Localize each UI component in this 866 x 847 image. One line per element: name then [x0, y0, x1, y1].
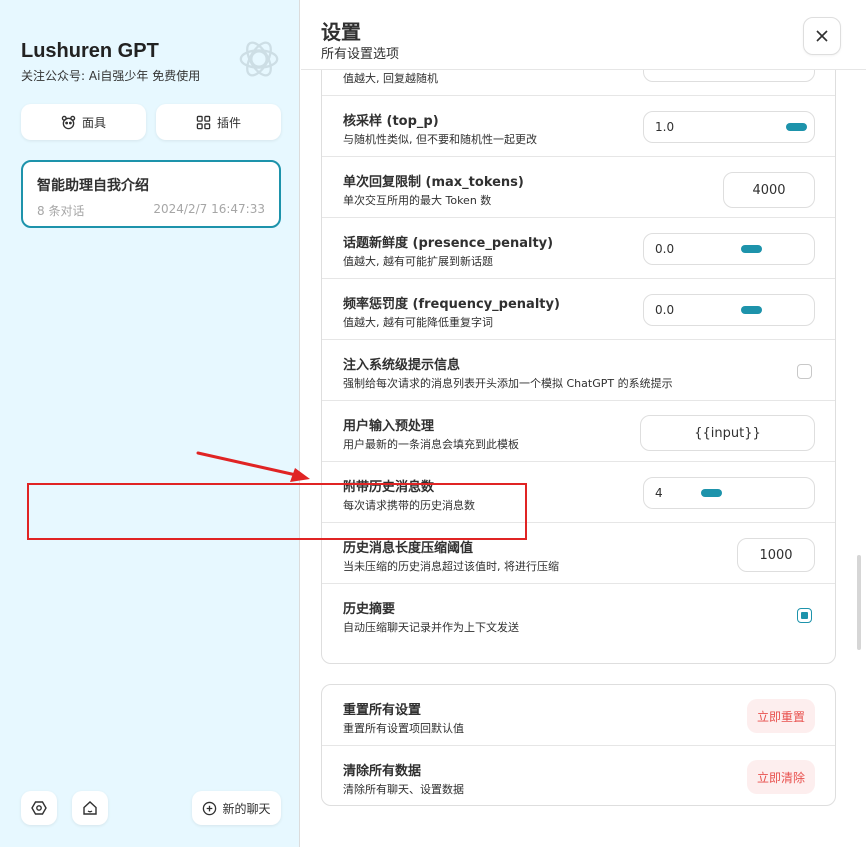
settings-panel: 设置 所有设置选项 随机性 (temperature)值越大, 回复越随机0.5… [301, 0, 866, 847]
setting-row: 附带历史消息数每次请求携带的历史消息数 4 [322, 462, 835, 523]
setting-title: 历史消息长度压缩阈值 [343, 541, 474, 556]
masks-label: 面具 [81, 115, 106, 130]
app-title: Lushuren GPT [21, 40, 159, 62]
mask-icon [61, 115, 76, 129]
danger-row: 清除所有数据清除所有聊天、设置数据 立即清除 [322, 746, 835, 807]
close-icon [816, 30, 828, 42]
github-button[interactable] [72, 791, 108, 825]
setting-desc: 值越大, 越有可能扩展到新话题 [343, 255, 493, 268]
sidebar: Lushuren GPT 关注公众号: Ai自强少年 免费使用 面具 插件 智能… [0, 0, 300, 847]
slider-value: 1.0 [655, 120, 675, 134]
slider-thumb[interactable] [701, 489, 722, 497]
setting-checkbox[interactable] [797, 608, 812, 623]
chat-time: 2024/2/7 16:47:33 [153, 202, 265, 216]
settings-button[interactable] [21, 791, 57, 825]
setting-row: 单次回复限制 (max_tokens) 单次交互所用的最大 Token 数 4000 [322, 157, 835, 218]
chat-list-item[interactable]: 智能助理自我介绍 8 条对话 2024/2/7 16:47:33 [21, 160, 281, 228]
setting-slider[interactable]: 1.0 [643, 111, 815, 143]
setting-desc: 每次请求携带的历史消息数 [343, 499, 475, 512]
plugins-button[interactable]: 插件 [156, 104, 281, 140]
setting-row: 频率惩罚度 (frequency_penalty) 值越大, 越有可能降低重复字词… [322, 279, 835, 340]
reset-button[interactable]: 立即重置 [747, 699, 815, 733]
setting-desc: 与随机性类似, 但不要和随机性一起更改 [343, 133, 537, 146]
setting-desc: 强制给每次请求的消息列表开头添加一个模拟 ChatGPT 的系统提示 [343, 377, 673, 390]
setting-desc: 用户最新的一条消息会填充到此模板 [343, 438, 519, 451]
setting-checkbox[interactable] [797, 364, 812, 379]
setting-desc: 当未压缩的历史消息超过该值时, 将进行压缩 [343, 560, 559, 573]
house-icon [83, 801, 97, 815]
danger-zone: 重置所有设置重置所有设置项回默认值 立即重置清除所有数据清除所有聊天、设置数据 立即… [321, 684, 836, 806]
new-chat-label: 新的聊天 [222, 801, 271, 816]
danger-desc: 清除所有聊天、设置数据 [343, 783, 464, 796]
setting-slider[interactable]: 0.0 [643, 233, 815, 265]
setting-desc: 值越大, 越有可能降低重复字词 [343, 316, 493, 329]
danger-desc: 重置所有设置项回默认值 [343, 722, 464, 735]
openai-logo-icon [239, 41, 279, 77]
setting-desc: 值越大, 回复越随机 [343, 72, 438, 85]
setting-number-input[interactable]: 1000 [737, 538, 815, 572]
setting-row: 随机性 (temperature)值越大, 回复越随机0.5 [322, 70, 835, 96]
setting-row: 用户输入预处理用户最新的一条消息会填充到此模板 {{input}} [322, 401, 835, 462]
setting-slider[interactable]: 0.0 [643, 294, 815, 326]
setting-title: 注入系统级提示信息 [343, 358, 461, 373]
setting-row: 话题新鲜度 (presence_penalty) 值越大, 越有可能扩展到新话题 0… [322, 218, 835, 279]
settings-scroll-area[interactable]: 随机性 (temperature)值越大, 回复越随机0.5核采样 (top_p… [301, 70, 866, 847]
settings-header: 设置 所有设置选项 [301, 0, 866, 70]
setting-title: 频率惩罚度 (frequency_penalty) [343, 297, 560, 312]
slider-value: 0.0 [655, 242, 675, 256]
setting-row: 历史消息长度压缩阈值当未压缩的历史消息超过该值时, 将进行压缩 1000 [322, 523, 835, 584]
slider-value: 4 [655, 486, 663, 500]
chat-count: 8 条对话 [37, 204, 85, 218]
slider-value: 0.0 [655, 303, 675, 317]
danger-title: 重置所有设置 [343, 703, 422, 718]
setting-slider[interactable]: 0.5 [643, 70, 815, 82]
scrollbar[interactable] [857, 555, 861, 650]
setting-number-input[interactable]: 4000 [723, 172, 815, 208]
setting-text-input[interactable]: {{input}} [640, 415, 815, 451]
annotation-arrow-icon [196, 451, 310, 482]
settings-list: 随机性 (temperature)值越大, 回复越随机0.5核采样 (top_p… [321, 70, 836, 664]
setting-title: 用户输入预处理 [343, 419, 435, 434]
setting-row: 核采样 (top_p) 与随机性类似, 但不要和随机性一起更改 1.0 [322, 96, 835, 157]
masks-button[interactable]: 面具 [21, 104, 146, 140]
clear-button[interactable]: 立即清除 [747, 760, 815, 794]
setting-desc: 单次交互所用的最大 Token 数 [343, 194, 492, 207]
slider-thumb[interactable] [741, 245, 762, 253]
danger-title: 清除所有数据 [343, 764, 422, 779]
grid-icon [196, 115, 211, 129]
setting-slider[interactable]: 4 [643, 477, 815, 509]
page-subtitle: 所有设置选项 [321, 47, 400, 62]
add-icon [203, 801, 217, 815]
danger-row: 重置所有设置重置所有设置项回默认值 立即重置 [322, 685, 835, 746]
slider-thumb[interactable] [786, 123, 807, 131]
setting-row: 历史摘要自动压缩聊天记录并作为上下文发送 [322, 584, 835, 645]
chat-title: 智能助理自我介绍 [37, 178, 149, 194]
setting-title: 历史摘要 [343, 602, 396, 617]
setting-title: 核采样 (top_p) [343, 114, 439, 129]
slider-thumb[interactable] [741, 306, 762, 314]
setting-desc: 自动压缩聊天记录并作为上下文发送 [343, 621, 519, 634]
new-chat-button[interactable]: 新的聊天 [192, 791, 281, 825]
setting-title: 话题新鲜度 (presence_penalty) [343, 236, 554, 251]
app-subtitle: 关注公众号: Ai自强少年 免费使用 [21, 69, 201, 83]
close-button[interactable] [803, 17, 841, 55]
plugins-label: 插件 [216, 115, 241, 130]
settings-icon [31, 801, 47, 815]
setting-title: 单次回复限制 (max_tokens) [343, 175, 524, 190]
slider-value: 0.5 [655, 70, 674, 73]
page-title: 设置 [321, 20, 361, 44]
setting-row: 注入系统级提示信息强制给每次请求的消息列表开头添加一个模拟 ChatGPT 的系… [322, 340, 835, 401]
setting-title: 附带历史消息数 [343, 480, 435, 495]
